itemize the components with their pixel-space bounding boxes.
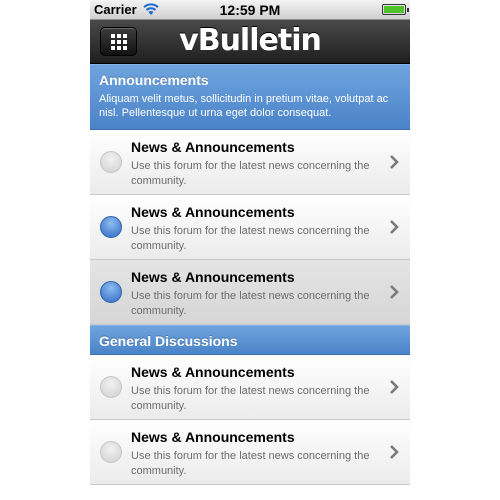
section-title: Announcements: [99, 72, 209, 88]
chevron-right-icon: [390, 380, 399, 394]
vbulletin-logo[interactable]: vBulletin: [90, 23, 410, 58]
forum-row[interactable]: News & Announcements Use this forum for …: [90, 130, 410, 195]
read-status-icon: [100, 441, 122, 463]
phone-screen: Carrier 12:59 PM vBulletin Announcements…: [90, 0, 410, 500]
status-bar: Carrier 12:59 PM: [90, 0, 410, 20]
section-description: Aliquam velit metus, sollicitudin in pre…: [99, 93, 389, 119]
forum-title: News & Announcements: [131, 429, 295, 445]
forum-description: Use this forum for the latest news conce…: [131, 290, 370, 317]
forum-row[interactable]: News & Announcements Use this forum for …: [90, 195, 410, 260]
forum-title: News & Announcements: [131, 204, 295, 220]
chevron-right-icon: [390, 155, 399, 169]
forum-row[interactable]: News & Announcements Use this forum for …: [90, 355, 410, 420]
section-title: General Discussions: [99, 333, 238, 349]
section-header-general-discussions: General Discussions: [90, 325, 410, 355]
battery-icon: [382, 4, 409, 15]
unread-status-icon: [100, 216, 122, 238]
forum-description: Use this forum for the latest news conce…: [131, 225, 370, 252]
forum-title: News & Announcements: [131, 269, 295, 285]
battery-level: [384, 6, 404, 13]
chevron-right-icon: [390, 285, 399, 299]
forum-title: News & Announcements: [131, 364, 295, 380]
forum-description: Use this forum for the latest news conce…: [131, 385, 370, 412]
forum-row[interactable]: News & Announcements Use this forum for …: [90, 420, 410, 485]
read-status-icon: [100, 151, 122, 173]
clock: 12:59 PM: [219, 2, 281, 18]
chevron-right-icon: [390, 220, 399, 234]
forum-description: Use this forum for the latest news conce…: [131, 160, 370, 187]
unread-status-icon: [100, 281, 122, 303]
section-header-announcements: Announcements Aliquam velit metus, solli…: [90, 64, 410, 130]
read-status-icon: [100, 376, 122, 398]
forum-row[interactable]: News & Announcements Use this forum for …: [90, 260, 410, 325]
forum-description: Use this forum for the latest news conce…: [131, 450, 370, 477]
chevron-right-icon: [390, 445, 399, 459]
app-header: vBulletin: [90, 20, 410, 64]
forum-title: News & Announcements: [131, 139, 295, 155]
